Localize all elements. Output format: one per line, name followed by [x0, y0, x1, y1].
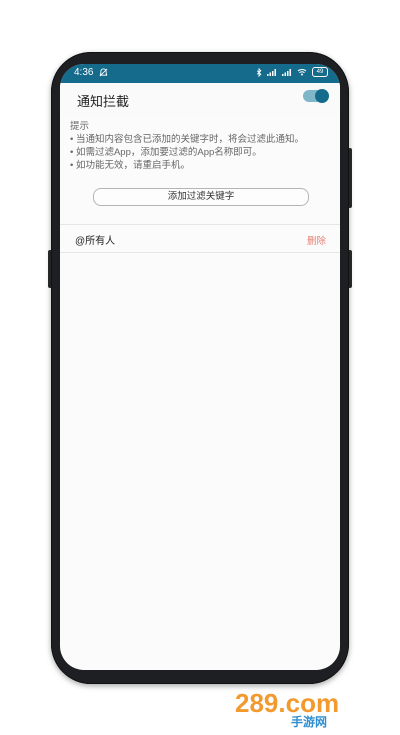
add-keyword-button[interactable]: 添加过滤关键字 — [93, 188, 309, 206]
divider — [60, 252, 340, 253]
signal-icon-2 — [282, 68, 292, 76]
hint-line: • 如需过滤App，添加要过滤的App名称即可。 — [70, 147, 262, 158]
hint-heading: 提示 — [70, 121, 90, 132]
delete-button[interactable]: 删除 — [307, 233, 326, 247]
page-title: 通知拦截 — [77, 94, 130, 109]
divider — [60, 224, 340, 225]
keyword-row: @所有人 删除 — [60, 226, 340, 252]
wifi-icon — [297, 68, 307, 76]
watermark-text: 289.com — [235, 688, 339, 718]
app-header: 通知拦截 — [60, 83, 340, 116]
keyword-label: @所有人 — [75, 236, 116, 247]
watermark-subtext: 手游网 — [291, 714, 327, 728]
status-bar: 4:36 49 — [60, 64, 340, 83]
watermark-logo: 289.com 手游网 — [235, 688, 339, 728]
battery-icon: 49 — [312, 67, 328, 77]
toggle-knob — [315, 89, 329, 103]
signal-icon-1 — [267, 68, 277, 76]
bluetooth-icon — [256, 67, 262, 77]
app-screen: 4:36 49 通知拦截 提示 • 当通知内容包含已添加的关键字时，将会过滤此通… — [60, 64, 340, 670]
hint-line: • 如功能无效，请重启手机。 — [70, 160, 190, 171]
notification-muted-icon — [99, 68, 108, 77]
hint-line: • 当通知内容包含已添加的关键字时，将会过滤此通知。 — [70, 134, 304, 145]
notification-block-toggle[interactable] — [303, 89, 329, 103]
status-time: 4:36 — [74, 67, 94, 78]
hint-section: 提示 • 当通知内容包含已添加的关键字时，将会过滤此通知。 • 如需过滤App，… — [70, 120, 304, 172]
